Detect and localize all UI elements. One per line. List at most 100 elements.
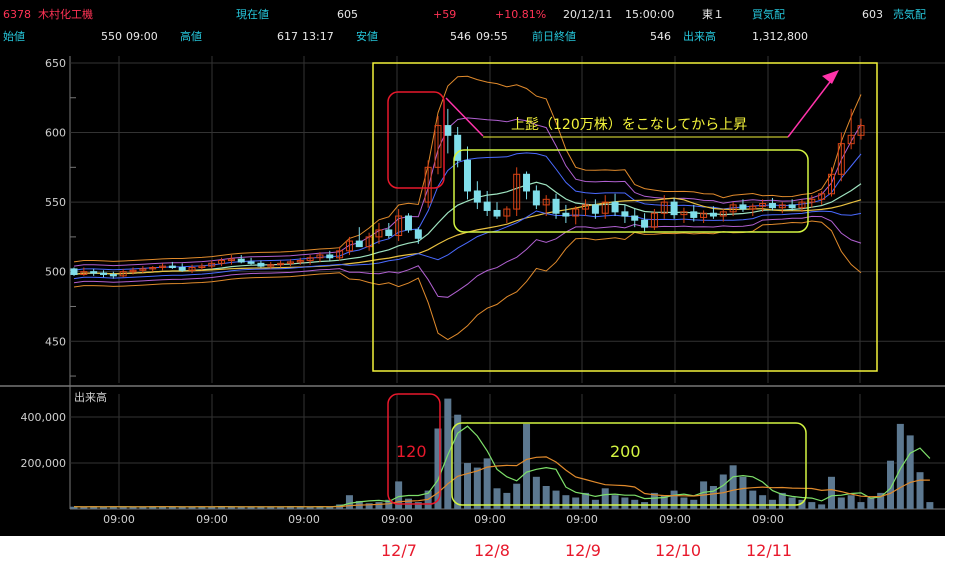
volume-bar xyxy=(454,414,462,509)
time-tick-label: 09:00 xyxy=(752,513,784,526)
volume-bar xyxy=(611,495,619,509)
time-tick-label: 09:00 xyxy=(566,513,598,526)
candle-body xyxy=(168,265,176,269)
candle-body xyxy=(414,229,422,239)
candle-body xyxy=(591,204,599,214)
band-lower-3 xyxy=(73,220,862,341)
volume-bar xyxy=(887,460,895,509)
volume-bar xyxy=(818,504,826,509)
volume-bar xyxy=(621,497,629,509)
volume-bar xyxy=(788,497,796,509)
time-tick-label: 09:00 xyxy=(103,513,135,526)
candle-body xyxy=(326,254,334,259)
candle-body xyxy=(709,212,717,217)
volume-bar xyxy=(345,495,353,509)
up-arrow-shaft xyxy=(787,73,837,138)
candle-body xyxy=(404,215,412,231)
volume-bar xyxy=(395,481,403,509)
candle-body xyxy=(355,240,363,248)
candle-body xyxy=(70,268,78,275)
volume-bar xyxy=(670,490,678,509)
candle-body xyxy=(768,202,776,209)
band-lower-2 xyxy=(73,215,862,298)
candle-body xyxy=(247,261,255,264)
candle-body xyxy=(109,273,117,277)
candle-body xyxy=(621,211,629,217)
candle-body xyxy=(739,204,747,210)
volume-bar xyxy=(464,463,471,509)
down-stroke xyxy=(445,97,484,137)
volume-bar xyxy=(119,507,127,509)
up-arrow-head xyxy=(822,70,839,84)
time-tick-label: 09:00 xyxy=(288,513,320,526)
volume-bar xyxy=(473,467,481,509)
volume-bar xyxy=(572,497,580,509)
candle-body xyxy=(464,159,471,192)
candle-body xyxy=(385,229,393,237)
candle-body xyxy=(670,201,678,216)
candle-body xyxy=(454,134,462,161)
volume-bar xyxy=(739,476,747,509)
day-label-12-10: 12/10 xyxy=(655,541,702,560)
volume-bar xyxy=(552,490,560,509)
volume-bar xyxy=(483,458,491,509)
candle-body xyxy=(690,211,698,218)
volume-bar xyxy=(857,502,865,509)
volume-ma-short xyxy=(73,425,931,508)
candle-body xyxy=(523,173,531,192)
time-tick-label: 09:00 xyxy=(196,513,228,526)
day-label-12-9: 12/9 xyxy=(565,541,601,560)
candle-body xyxy=(473,190,481,203)
volume-bar xyxy=(896,423,904,509)
volume-bar xyxy=(759,495,767,509)
time-tick-label: 09:00 xyxy=(659,513,691,526)
candle-body xyxy=(641,219,649,228)
volume-bar xyxy=(562,495,570,509)
candle-body xyxy=(178,267,186,271)
volume-bar xyxy=(867,497,875,509)
volume-bar xyxy=(926,502,934,509)
volume-bar xyxy=(837,497,845,509)
volume-bar xyxy=(277,507,285,509)
price-tick-label: 450 xyxy=(45,335,66,348)
day-label-12-7: 12/7 xyxy=(381,541,417,560)
time-tick-label: 09:00 xyxy=(474,513,506,526)
candle-body xyxy=(483,201,491,211)
volume-tick-label: 400,000 xyxy=(21,411,67,424)
volume-title: 出来高 xyxy=(74,390,107,404)
volume-ma-long xyxy=(73,456,930,508)
volume-tick-label: 200,000 xyxy=(21,457,67,470)
time-tick-label: 09:00 xyxy=(381,513,413,526)
volume-bar xyxy=(680,497,688,509)
spike-volume-annotation: 120 xyxy=(396,442,427,461)
volume-bar xyxy=(906,435,914,509)
volume-bar xyxy=(493,488,501,509)
volume-bar xyxy=(532,476,540,509)
day-label-12-8: 12/8 xyxy=(474,541,510,560)
day-label-12-11: 12/11 xyxy=(746,541,793,560)
candle-body xyxy=(788,204,796,209)
price-tick-label: 650 xyxy=(45,57,66,70)
candle-body xyxy=(631,215,639,221)
volume-bar xyxy=(582,492,590,509)
chart-area: 6378 木村化工機 現在値 605 +59 +10.81% 20/12/11 … xyxy=(0,0,945,536)
volume-bar xyxy=(178,507,186,509)
candle-body xyxy=(237,258,245,263)
volume-bar xyxy=(414,502,422,509)
volume-bar xyxy=(503,492,511,509)
volume-bar xyxy=(749,490,757,509)
volume-bar xyxy=(523,423,531,509)
candle-body xyxy=(611,201,619,213)
stock-chart: 450 500 550 600 650 09:00 09:00 09:00 09:00 09:00… xyxy=(0,56,945,526)
volume-bar xyxy=(847,495,855,509)
grid-layer xyxy=(0,56,945,510)
range-volume-annotation: 200 xyxy=(610,442,641,461)
volume-bar xyxy=(916,472,924,509)
volume-bar xyxy=(808,502,816,509)
volume-bar xyxy=(729,465,737,509)
candle-body xyxy=(562,212,570,217)
candle-body xyxy=(552,198,560,214)
main-annotation: 上髭（120万株）をこなしてから上昇 xyxy=(511,117,747,133)
price-tick-label: 550 xyxy=(45,196,66,209)
spike-price-box xyxy=(387,91,445,189)
